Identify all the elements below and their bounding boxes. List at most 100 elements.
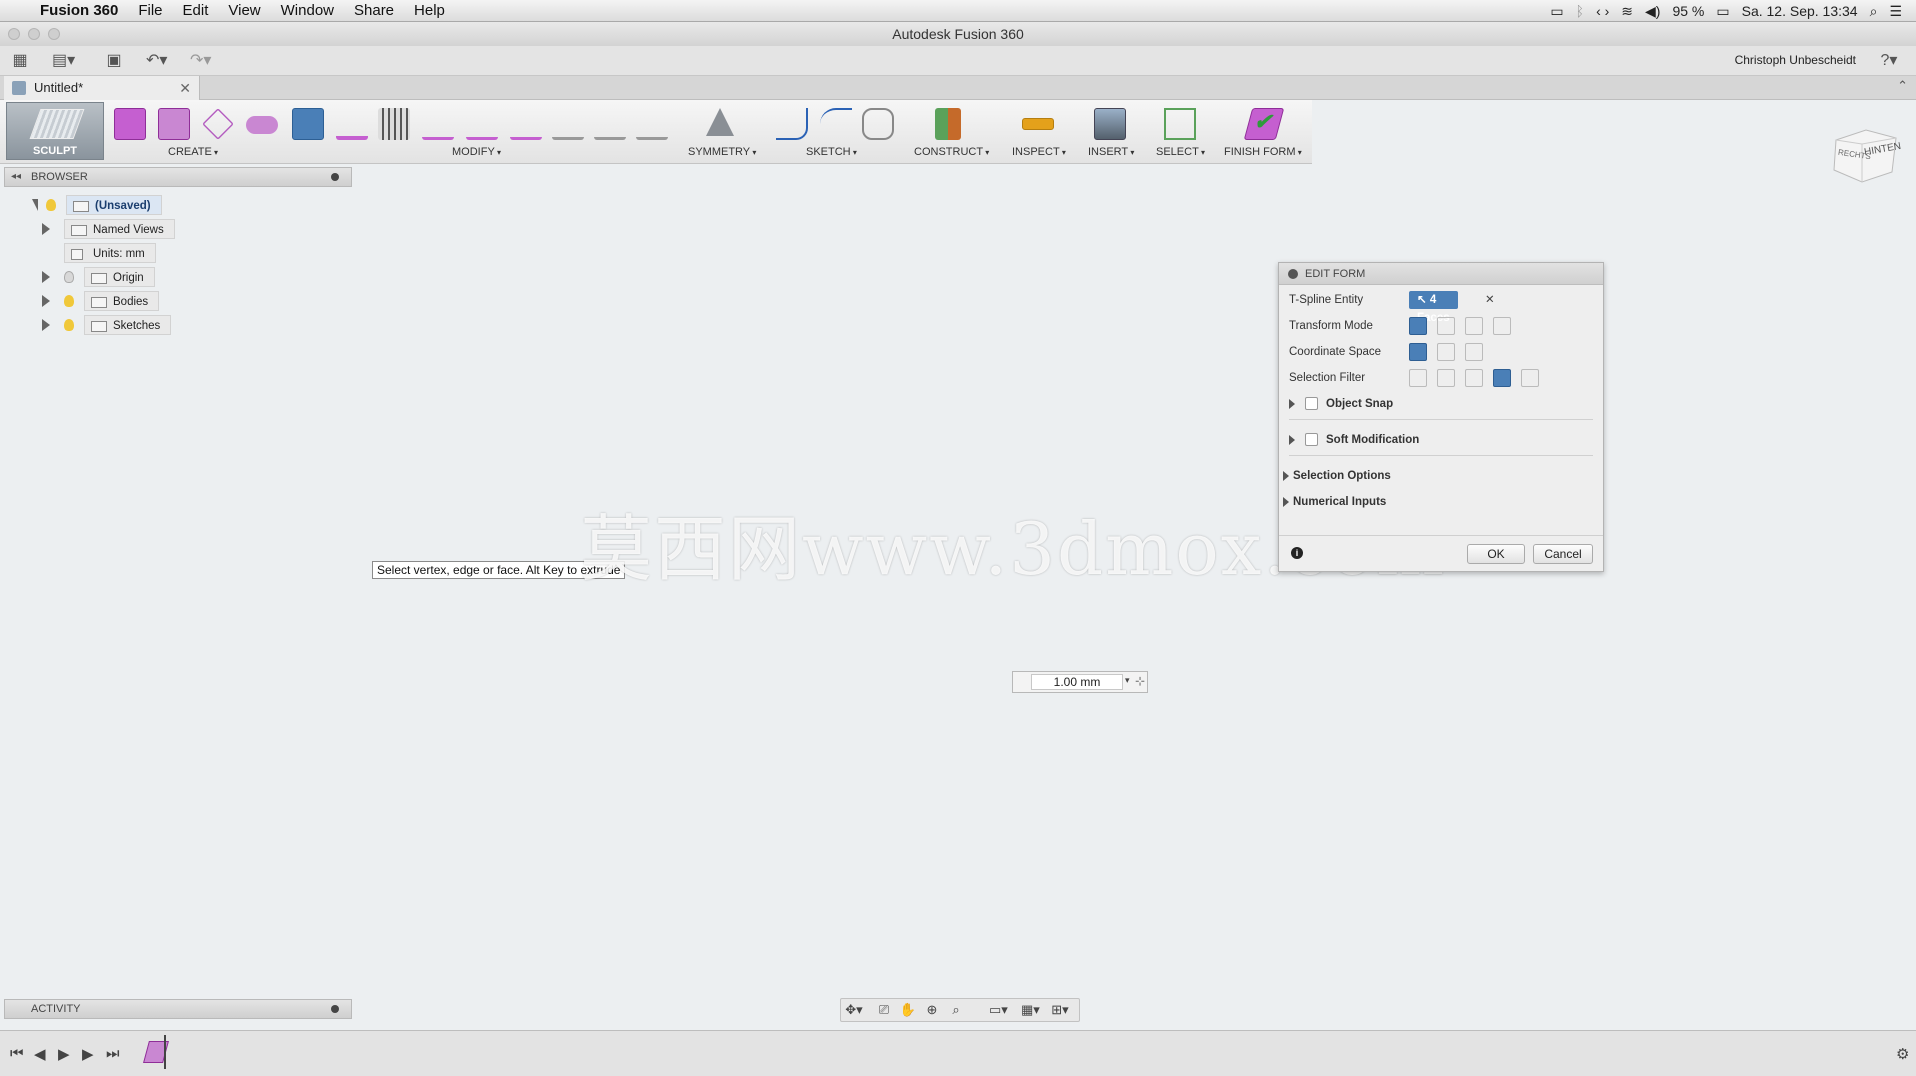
expand-icon[interactable] (1283, 470, 1289, 481)
line-icon[interactable] (776, 108, 808, 140)
view-space-icon[interactable] (1437, 343, 1455, 361)
expand-collapse-icon[interactable] (26, 199, 38, 211)
body-filter-icon[interactable] (1521, 369, 1539, 387)
distance-input[interactable]: 1.00 mm (1031, 674, 1123, 690)
crease-icon[interactable] (594, 108, 626, 140)
activity-panel-header[interactable]: ACTIVITY (4, 999, 352, 1019)
create-menu[interactable]: CREATE (168, 146, 218, 158)
canvas-icon[interactable] (1094, 108, 1126, 140)
expand-icon[interactable] (1283, 496, 1289, 507)
menu-app-name[interactable]: Fusion 360 (30, 2, 128, 19)
minimize-window-icon[interactable] (28, 28, 40, 40)
pan-icon[interactable]: ✋ (899, 1002, 917, 1018)
multi-transform-icon[interactable] (1409, 317, 1427, 335)
project-icon[interactable] (862, 108, 894, 140)
look-at-icon[interactable]: ⎚ (875, 1002, 893, 1018)
zoom-window-tool-icon[interactable]: ⊕ (923, 1002, 941, 1018)
cancel-button[interactable]: Cancel (1533, 544, 1593, 564)
world-space-icon[interactable] (1409, 343, 1427, 361)
wifi-icon[interactable]: ≋ (1621, 3, 1633, 20)
tree-item-origin[interactable]: Origin (42, 267, 155, 287)
selection-chip[interactable]: ↖ 4 Faces (1409, 291, 1458, 324)
timeline-marker[interactable] (164, 1035, 166, 1069)
save-icon[interactable]: ▣ (104, 52, 124, 70)
close-window-icon[interactable] (8, 28, 20, 40)
menu-window[interactable]: Window (271, 2, 344, 19)
weld-vertices-icon[interactable] (552, 108, 584, 140)
spotlight-icon[interactable]: ⌕ (1870, 3, 1878, 20)
expand-icon[interactable] (42, 295, 50, 307)
spline-icon[interactable] (820, 108, 852, 140)
browser-panel-header[interactable]: ◂◂ BROWSER (4, 167, 352, 187)
move-handle-icon[interactable]: ⊹ (1135, 674, 1145, 688)
grid-settings-icon[interactable]: ▦▾ (1021, 1002, 1040, 1018)
visibility-bulb-icon[interactable] (46, 199, 56, 211)
distance-input-box[interactable]: 1.00 mm ▾ ⊹ (1012, 671, 1148, 693)
visibility-bulb-icon[interactable] (64, 295, 74, 307)
expand-icon[interactable] (42, 223, 50, 235)
display-icon[interactable]: ▭ (1550, 3, 1563, 20)
soft-modification-checkbox[interactable] (1305, 433, 1318, 447)
clear-selection-icon[interactable]: ✕ (1485, 289, 1495, 311)
info-icon[interactable]: i (1291, 547, 1303, 559)
face-filter-icon[interactable] (1465, 369, 1483, 387)
tree-item-named-views[interactable]: Named Views (42, 219, 175, 239)
go-to-end-icon[interactable]: ⏭ (106, 1045, 120, 1062)
merge-edge-icon[interactable] (422, 108, 454, 140)
display-settings-icon[interactable]: ▭▾ (989, 1002, 1008, 1018)
local-space-icon[interactable] (1465, 343, 1483, 361)
user-account-menu[interactable]: Christoph Unbescheidt (1735, 53, 1856, 67)
uncrease-icon[interactable] (636, 108, 668, 140)
object-snap-checkbox[interactable] (1305, 397, 1318, 411)
tree-item-bodies[interactable]: Bodies (42, 291, 160, 311)
visibility-bulb-icon[interactable] (64, 319, 74, 331)
insert-point-icon[interactable] (378, 108, 410, 140)
modify-menu[interactable]: MODIFY (452, 146, 501, 158)
collapse-ribbon-icon[interactable]: ⌃ (1897, 78, 1908, 94)
timeline-settings-icon[interactable]: ⚙ (1896, 1045, 1909, 1063)
plane-construct-icon[interactable] (935, 108, 961, 140)
tree-item-units[interactable]: Units: mm (64, 243, 156, 263)
fill-hole-icon[interactable] (510, 108, 542, 140)
bridge-icon[interactable] (466, 108, 498, 140)
symmetry-menu[interactable]: SYMMETRY (688, 146, 756, 158)
view-cube[interactable]: RECHTS HINTEN (1832, 126, 1902, 186)
viewports-icon[interactable]: ⊞▾ (1051, 1002, 1069, 1018)
pipe-icon[interactable] (246, 116, 278, 134)
clock[interactable]: Sa. 12. Sep. 13:34 (1742, 3, 1858, 19)
finish-form-button[interactable]: FINISH FORM (1224, 146, 1302, 158)
cylinder-icon[interactable] (158, 108, 190, 140)
insert-edge-icon[interactable] (336, 108, 368, 140)
edit-form-icon[interactable] (292, 108, 324, 140)
browser-options-icon[interactable] (331, 173, 339, 181)
tree-root[interactable]: (Unsaved) (26, 195, 162, 215)
selection-options-row[interactable]: Selection Options (1283, 465, 1391, 487)
rotate-icon[interactable] (1465, 317, 1483, 335)
measure-icon[interactable] (1022, 118, 1054, 130)
box-icon[interactable] (114, 108, 146, 140)
numerical-inputs-row[interactable]: Numerical Inputs (1283, 491, 1386, 513)
expand-icon[interactable] (42, 319, 50, 331)
vertex-filter-icon[interactable] (1409, 369, 1427, 387)
tree-item-sketches[interactable]: Sketches (42, 315, 172, 335)
expand-icon[interactable] (1289, 398, 1295, 409)
expand-icon[interactable] (1289, 434, 1295, 445)
menu-file[interactable]: File (128, 2, 172, 19)
code-icon[interactable]: ‹ › (1596, 3, 1609, 19)
play-icon[interactable]: ▶ (58, 1045, 70, 1063)
undo-icon[interactable]: ↶▾ (146, 52, 167, 70)
select-tool-icon[interactable] (1164, 108, 1196, 140)
go-to-start-icon[interactable]: ⏮ (10, 1045, 24, 1062)
ok-button[interactable]: OK (1467, 544, 1525, 564)
menu-help[interactable]: Help (404, 2, 455, 19)
select-menu[interactable]: SELECT (1156, 146, 1205, 158)
inspect-menu[interactable]: INSPECT (1012, 146, 1066, 158)
redo-icon[interactable]: ↷▾ (190, 52, 211, 70)
fit-icon[interactable]: ⌕ (947, 1002, 965, 1018)
expand-icon[interactable] (42, 271, 50, 283)
orbit-icon[interactable]: ✥▾ (845, 1002, 863, 1018)
data-panel-icon[interactable]: ▦ (10, 52, 30, 70)
help-icon[interactable]: ?▾ (1872, 52, 1906, 70)
construct-menu[interactable]: CONSTRUCT (914, 146, 989, 158)
collapse-browser-icon[interactable]: ◂◂ (11, 168, 21, 186)
